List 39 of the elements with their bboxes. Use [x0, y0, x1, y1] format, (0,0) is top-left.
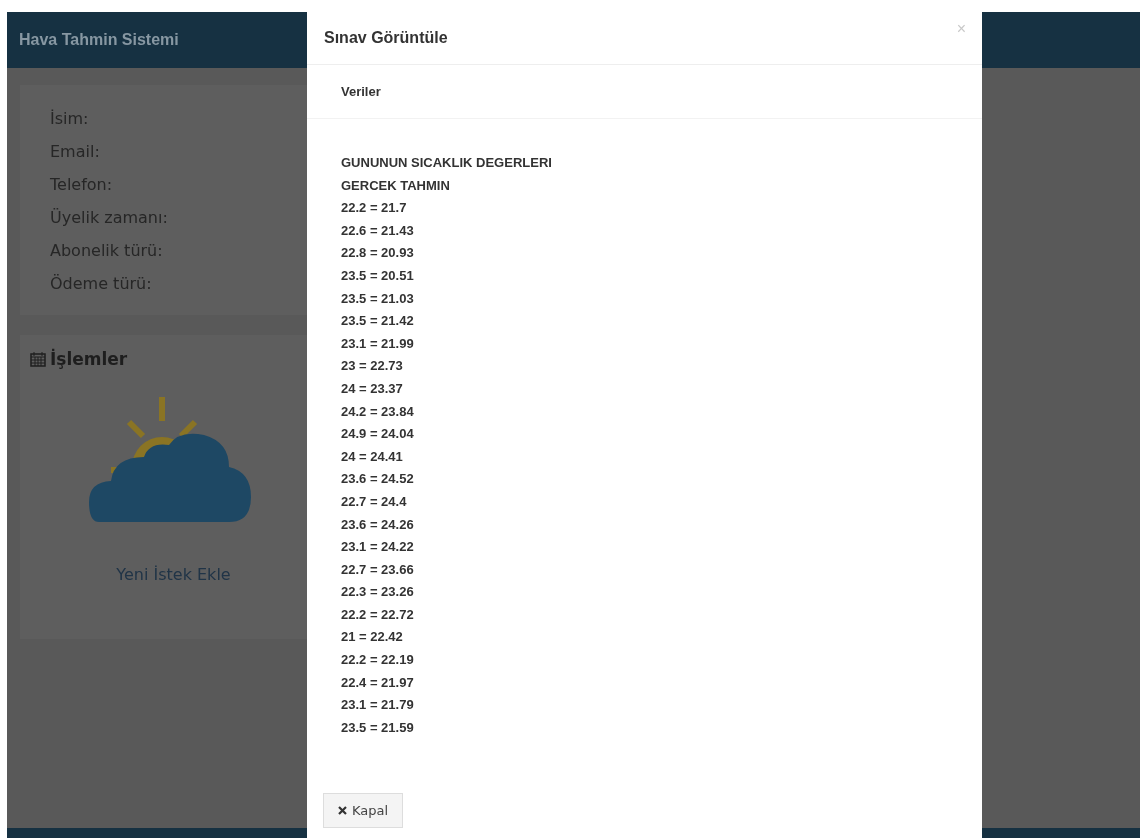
- data-line: 23.5 = 21.03: [341, 289, 415, 308]
- data-line: 23.6 = 24.26: [341, 515, 415, 534]
- field-label: Ödeme türü:: [50, 273, 153, 295]
- data-line: 22.3 = 23.26: [341, 583, 415, 602]
- modal-title: Sınav Görüntüle: [324, 29, 448, 47]
- data-line: 24 = 23.37: [341, 379, 404, 398]
- data-line: 22.6 = 21.43: [341, 221, 415, 240]
- data-line: 22.2 = 21.7: [341, 199, 408, 218]
- field-label: Abonelik türü:: [50, 240, 164, 262]
- data-line: 23.5 = 21.42: [341, 312, 415, 331]
- data-line: 23.1 = 21.99: [341, 334, 415, 353]
- brand-title[interactable]: Hava Tahmin Sistemi: [19, 31, 179, 49]
- field-label: Email:: [50, 141, 101, 163]
- data-line: 23.5 = 21.59: [341, 718, 415, 737]
- data-line: 22.2 = 22.19: [341, 651, 415, 670]
- data-line: 23.1 = 24.22: [341, 538, 415, 557]
- data-line: 22.4 = 21.97: [341, 673, 415, 692]
- panel-title: İşlemler: [50, 349, 128, 369]
- field-label: Üyelik zamanı:: [50, 207, 169, 229]
- data-line: 24.9 = 24.04: [341, 425, 415, 444]
- close-icon: [338, 806, 347, 815]
- data-line: 23.5 = 20.51: [341, 266, 415, 285]
- data-line: GERCEK TAHMIN: [341, 176, 451, 195]
- close-button[interactable]: Kapal: [323, 793, 404, 828]
- data-line: GUNUNUN SICAKLIK DEGERLERI: [341, 154, 553, 172]
- data-line: 23.6 = 24.52: [341, 470, 415, 489]
- data-line: 24 = 24.41: [341, 447, 404, 466]
- data-line: 23.1 = 21.79: [341, 696, 415, 715]
- data-line: 22.7 = 24.4: [341, 492, 408, 511]
- field-label: Telefon:: [50, 174, 114, 196]
- field-label: İsim:: [50, 108, 90, 130]
- data-line: 23 = 22.73: [341, 357, 404, 376]
- data-line: 22.8 = 20.93: [341, 244, 415, 263]
- data-line: 22.7 = 23.66: [341, 560, 415, 579]
- data-line: 21 = 22.42: [341, 628, 404, 647]
- data-line: 24.2 = 23.84: [341, 402, 415, 421]
- data-line: 22.2 = 22.72: [341, 605, 415, 624]
- section-title: Veriler: [341, 84, 381, 99]
- calendar-icon: [30, 351, 46, 367]
